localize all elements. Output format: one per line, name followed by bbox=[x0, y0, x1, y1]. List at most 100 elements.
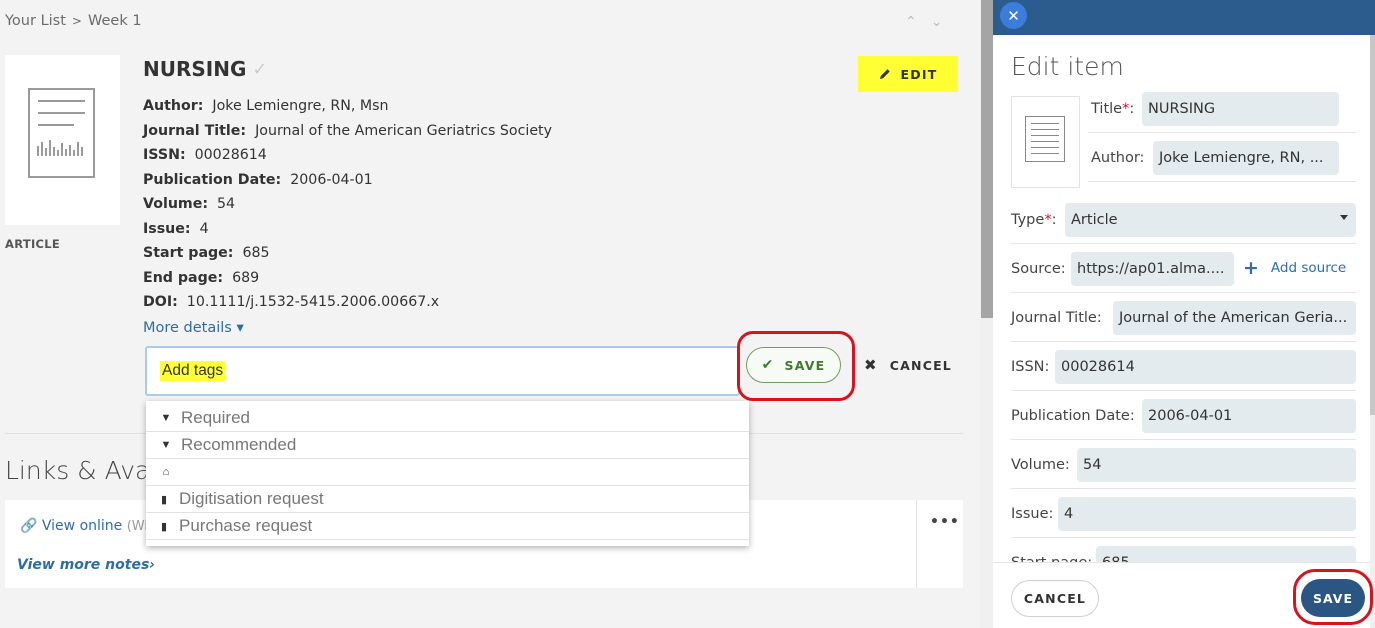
metadata-label: ISSN: bbox=[143, 147, 186, 163]
previous-item-icon[interactable]: ⌃ bbox=[905, 14, 917, 30]
add-source-button[interactable]: + Add source bbox=[1243, 257, 1346, 279]
tag-option-purchase[interactable]: ▮ Purchase request bbox=[146, 513, 749, 540]
tag-option-label: Purchase request bbox=[179, 516, 313, 535]
add-source-label: Add source bbox=[1270, 260, 1347, 276]
chevron-right-icon: › bbox=[149, 557, 156, 573]
pencil-icon bbox=[879, 69, 890, 79]
journal-title-field[interactable]: Journal of the American Geria... bbox=[1113, 301, 1356, 335]
plus-icon: + bbox=[1243, 257, 1259, 279]
metadata-value: Joke Lemiengre, RN, Msn bbox=[212, 98, 389, 114]
metadata-label: Journal Title: bbox=[143, 122, 247, 139]
title-field-label: Title*: bbox=[1091, 101, 1135, 117]
close-icon: ✕ bbox=[1007, 6, 1020, 25]
volume-field-label: Volume: bbox=[1011, 457, 1070, 473]
panel-cancel-button[interactable]: CANCEL bbox=[1011, 580, 1099, 617]
edit-item-heading: Edit item bbox=[1011, 52, 1124, 81]
view-more-notes-link[interactable]: View more notes› bbox=[17, 557, 155, 573]
view-online-link[interactable]: 🔗 View online (Wil bbox=[20, 518, 152, 534]
tag-option-label: Digitisation request bbox=[179, 489, 324, 508]
field-divider bbox=[1011, 243, 1356, 244]
field-divider bbox=[1011, 537, 1356, 538]
close-icon: ✖ bbox=[864, 356, 878, 374]
add-tags-input[interactable]: Add tags bbox=[145, 346, 740, 396]
field-divider bbox=[1011, 341, 1356, 342]
type-select-value: Article bbox=[1071, 212, 1118, 228]
tag-option-label: Recommended bbox=[181, 435, 297, 454]
panel-scrollbar-thumb[interactable] bbox=[1370, 35, 1375, 415]
annotation-circle bbox=[1293, 569, 1373, 625]
cancel-tags-button[interactable]: ✖ CANCEL bbox=[864, 356, 952, 374]
publication-date-field-label: Publication Date: bbox=[1011, 408, 1135, 424]
title-field[interactable]: NURSING bbox=[1142, 92, 1339, 126]
metadata-label: Start page: bbox=[143, 245, 234, 261]
metadata-row: Publication Date: 2006-04-01 bbox=[143, 172, 373, 188]
graduation-cap-icon: ▼ bbox=[160, 439, 172, 451]
metadata-label: Volume: bbox=[143, 196, 208, 212]
source-field-label: Source: bbox=[1011, 261, 1066, 277]
tag-option-digitisation[interactable]: ▮ Digitisation request bbox=[146, 486, 749, 513]
document-icon bbox=[1025, 116, 1065, 162]
field-divider bbox=[1011, 390, 1356, 391]
metadata-row: Issue: 4 bbox=[143, 221, 209, 237]
issn-field[interactable]: 00028614 bbox=[1055, 350, 1356, 384]
more-options-icon[interactable]: ••• bbox=[930, 514, 960, 530]
metadata-value: 00028614 bbox=[194, 147, 267, 163]
breadcrumb: Your List > Week 1 bbox=[5, 13, 142, 29]
field-divider bbox=[1011, 292, 1356, 293]
volume-field[interactable]: 54 bbox=[1077, 448, 1356, 482]
field-divider bbox=[1011, 439, 1356, 440]
metadata-row: Journal Title: Journal of the American Ge… bbox=[143, 123, 552, 139]
metadata-value: 4 bbox=[199, 220, 209, 237]
metadata-value: 10.1111/j.1532-5415.2006.00667.x bbox=[186, 294, 440, 310]
issue-field-label: Issue: bbox=[1011, 506, 1054, 522]
caret-down-icon bbox=[1340, 215, 1348, 220]
metadata-label: End page: bbox=[143, 269, 224, 286]
field-divider bbox=[1088, 181, 1356, 182]
type-field-label: Type*: bbox=[1011, 212, 1057, 228]
link-icon: 🔗 bbox=[20, 518, 38, 534]
institution-icon: ⌂ bbox=[162, 466, 170, 478]
tags-dropdown: ▼ Required ▼ Recommended ⌂ ▮ Digitisatio… bbox=[146, 401, 749, 546]
tag-option-label: Required bbox=[181, 408, 250, 427]
view-more-notes-label: View more notes bbox=[17, 557, 150, 573]
tag-option-institution[interactable]: ⌂ bbox=[146, 459, 749, 486]
author-field[interactable]: Joke Lemiengre, RN, ... bbox=[1153, 141, 1339, 175]
metadata-row: Author: Joke Lemiengre, RN, Msn bbox=[143, 98, 388, 114]
edit-button-label: EDIT bbox=[900, 66, 938, 82]
item-navigation: ⌃ ⌄ bbox=[905, 14, 942, 30]
tag-option-recommended[interactable]: ▼ Recommended bbox=[146, 432, 749, 459]
metadata-label: Publication Date: bbox=[143, 171, 282, 188]
type-select[interactable]: Article bbox=[1065, 203, 1356, 237]
breadcrumb-list-link[interactable]: Your List bbox=[5, 13, 66, 29]
issn-field-label: ISSN: bbox=[1011, 359, 1050, 375]
publication-date-field[interactable]: 2006-04-01 bbox=[1142, 399, 1356, 433]
item-title-text: NURSING bbox=[143, 57, 247, 81]
article-document-icon bbox=[28, 88, 95, 178]
metadata-row: ISSN: 00028614 bbox=[143, 147, 267, 163]
metadata-label: Issue: bbox=[143, 220, 191, 237]
metadata-value: 689 bbox=[232, 269, 260, 286]
source-field[interactable]: https://ap01.alma.... bbox=[1071, 252, 1234, 286]
field-divider bbox=[1088, 132, 1356, 133]
metadata-value: Journal of the American Geriatrics Socie… bbox=[255, 122, 553, 139]
book-icon: ▮ bbox=[160, 520, 168, 533]
close-panel-button[interactable]: ✕ bbox=[1000, 2, 1027, 29]
item-type-label: ARTICLE bbox=[5, 237, 61, 251]
metadata-value: 685 bbox=[242, 245, 270, 261]
issue-field[interactable]: 4 bbox=[1058, 497, 1356, 531]
metadata-row: DOI: 10.1111/j.1532-5415.2006.00667.x bbox=[143, 294, 439, 310]
metadata-row: Volume: 54 bbox=[143, 196, 235, 212]
more-details-link[interactable]: More details ▾ bbox=[143, 320, 244, 336]
main-scrollbar-thumb[interactable] bbox=[981, 0, 993, 318]
view-online-label: View online bbox=[41, 518, 123, 534]
card-separator bbox=[916, 500, 917, 588]
links-availability-heading: Links & Avai bbox=[5, 456, 158, 485]
next-item-icon[interactable]: ⌄ bbox=[931, 14, 943, 30]
metadata-label: Author: bbox=[143, 98, 204, 114]
metadata-label: DOI: bbox=[143, 294, 178, 310]
author-field-label: Author: bbox=[1091, 150, 1145, 166]
metadata-value: 54 bbox=[217, 196, 236, 212]
breadcrumb-week[interactable]: Week 1 bbox=[88, 13, 142, 29]
tag-option-required[interactable]: ▼ Required bbox=[146, 405, 749, 432]
edit-button[interactable]: EDIT bbox=[858, 56, 958, 92]
